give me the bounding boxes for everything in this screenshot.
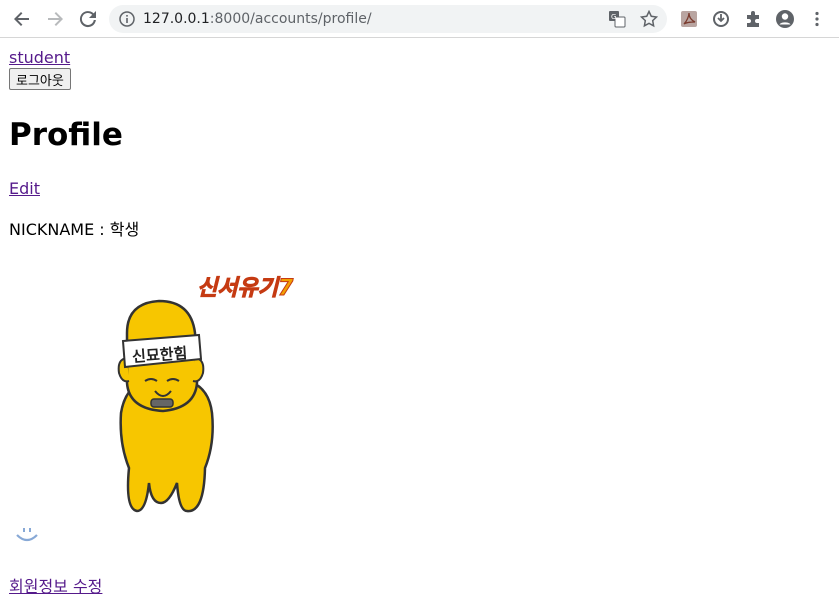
headband-text: 신묘한힘	[132, 344, 188, 366]
nickname-row: NICKNAME : 학생	[9, 216, 139, 240]
nickname-label: NICKNAME	[9, 220, 95, 239]
logout-button[interactable]: 로그아웃	[9, 68, 71, 90]
extensions-puzzle-icon[interactable]	[741, 7, 765, 31]
smile-icon	[16, 528, 38, 542]
site-info-icon[interactable]	[119, 11, 135, 31]
forward-icon[interactable]	[41, 5, 69, 33]
back-icon[interactable]	[8, 5, 36, 33]
address-bar[interactable]: 127.0.0.1:8000/accounts/profile/ G	[109, 5, 667, 33]
bookmark-star-icon[interactable]	[639, 9, 659, 32]
show-logo-text: 신서유기7	[197, 276, 294, 301]
nickname-value: 학생	[109, 220, 140, 239]
username-link[interactable]: student	[9, 48, 70, 67]
nickname-separator: :	[94, 220, 110, 239]
profile-image: 신서유기7 신묘한힘	[117, 276, 294, 513]
page-title: Profile	[9, 117, 123, 153]
url-text: 127.0.0.1:8000/accounts/profile/	[143, 11, 372, 27]
reload-icon[interactable]	[74, 5, 102, 33]
menu-dots-icon[interactable]	[805, 7, 829, 31]
edit-link[interactable]: Edit	[9, 179, 40, 198]
profile-avatar-icon[interactable]	[773, 7, 797, 31]
download-extension-icon[interactable]	[709, 7, 733, 31]
edit-member-info-link[interactable]: 회원정보 수정	[9, 573, 102, 597]
svg-text:G: G	[611, 13, 616, 21]
translate-icon[interactable]: G	[608, 10, 626, 32]
pdf-extension-icon[interactable]	[677, 7, 701, 31]
browser-toolbar: 127.0.0.1:8000/accounts/profile/ G	[0, 0, 839, 38]
